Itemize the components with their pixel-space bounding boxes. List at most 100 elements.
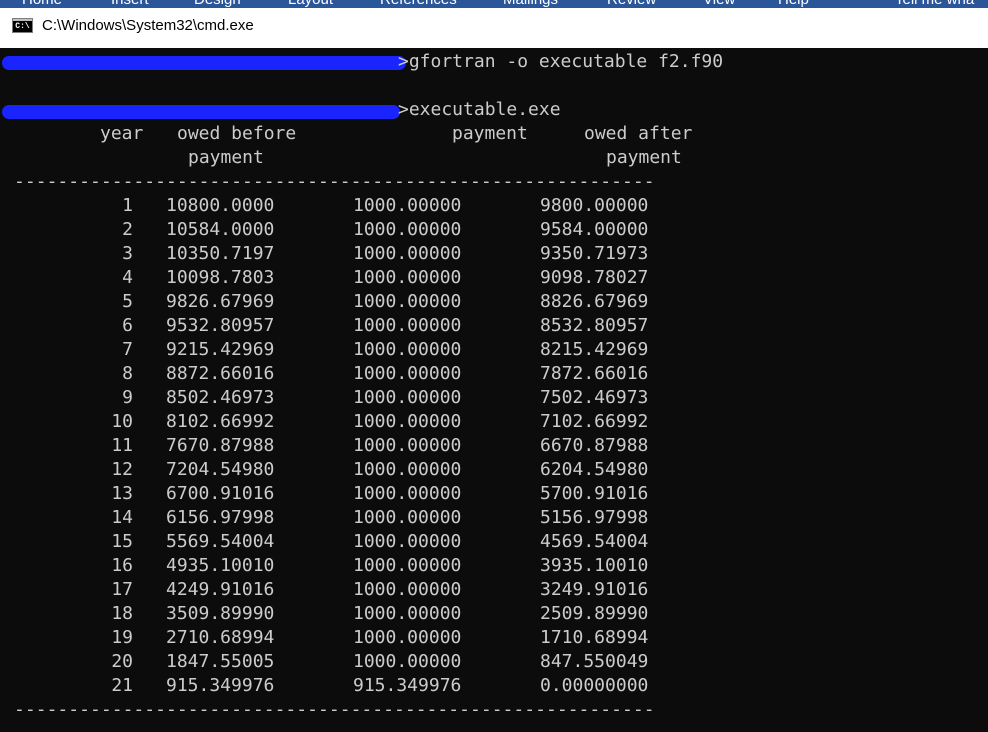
owed-before-cell: 8102.66992 bbox=[166, 411, 275, 432]
owed-before-cell: 7670.87988 bbox=[166, 435, 275, 456]
header-owed-after-line2: payment bbox=[606, 147, 682, 168]
year-cell: 17 bbox=[111, 579, 133, 600]
ribbon-tab[interactable]: References bbox=[380, 0, 457, 8]
year-cell: 6 bbox=[122, 315, 133, 336]
owed-before-cell: 4249.91016 bbox=[166, 579, 275, 600]
ribbon-tab[interactable]: Help bbox=[778, 0, 809, 8]
owed-before-cell: 1847.55005 bbox=[166, 651, 275, 672]
ribbon-tab[interactable]: Tell me wha bbox=[895, 0, 974, 8]
owed-after-cell: 9098.78027 bbox=[540, 267, 649, 288]
payment-cell: 1000.00000 bbox=[353, 459, 462, 480]
table-row: 2 10584.0000 1000.00000 9584.00000 bbox=[0, 218, 988, 242]
payment-cell: 1000.00000 bbox=[353, 483, 462, 504]
owed-after-cell: 5700.91016 bbox=[540, 483, 649, 504]
ribbon-tab[interactable]: Layout bbox=[288, 0, 333, 8]
owed-after-cell: 6204.54980 bbox=[540, 459, 649, 480]
redacted-path-marker bbox=[2, 56, 406, 70]
table-row: 9 8502.46973 1000.00000 7502.46973 bbox=[0, 386, 988, 410]
owed-before-cell: 3509.89990 bbox=[166, 603, 275, 624]
owed-before-cell: 5569.54004 bbox=[166, 531, 275, 552]
year-cell: 19 bbox=[111, 627, 133, 648]
owed-after-cell: 9584.00000 bbox=[540, 219, 649, 240]
payment-cell: 1000.00000 bbox=[353, 195, 462, 216]
ribbon-tab[interactable]: Design bbox=[194, 0, 241, 8]
year-cell: 13 bbox=[111, 483, 133, 504]
console-output[interactable]: >gfortran -o executable f2.f90 >executab… bbox=[0, 48, 988, 732]
owed-after-cell: 4569.54004 bbox=[540, 531, 649, 552]
payment-cell: 1000.00000 bbox=[353, 603, 462, 624]
year-cell: 11 bbox=[111, 435, 133, 456]
table-row: 16 4935.10010 1000.00000 3935.10010 bbox=[0, 554, 988, 578]
owed-before-cell: 10584.0000 bbox=[166, 219, 275, 240]
table-row: 5 9826.67969 1000.00000 8826.67969 bbox=[0, 290, 988, 314]
owed-after-cell: 3249.91016 bbox=[540, 579, 649, 600]
table-rule-top: ----------------------------------------… bbox=[14, 171, 655, 192]
payment-cell: 1000.00000 bbox=[353, 435, 462, 456]
ribbon-tab[interactable]: Mailings bbox=[503, 0, 558, 8]
ribbon-tab[interactable]: Review bbox=[607, 0, 656, 8]
owed-before-cell: 9532.80957 bbox=[166, 315, 275, 336]
owed-before-cell: 10800.0000 bbox=[166, 195, 275, 216]
owed-before-cell: 10098.7803 bbox=[166, 267, 275, 288]
owed-before-cell: 10350.7197 bbox=[166, 243, 275, 264]
payment-cell: 1000.00000 bbox=[353, 507, 462, 528]
ribbon-tab[interactable]: Insert bbox=[111, 0, 149, 8]
payment-cell: 1000.00000 bbox=[353, 219, 462, 240]
table-row: 3 10350.7197 1000.00000 9350.71973 bbox=[0, 242, 988, 266]
table-row: 20 1847.55005 1000.00000 847.550049 bbox=[0, 650, 988, 674]
owed-after-cell: 9350.71973 bbox=[540, 243, 649, 264]
ribbon-tab[interactable]: Home bbox=[22, 0, 62, 8]
header-owed-before: owed before bbox=[177, 123, 297, 144]
owed-after-cell: 8826.67969 bbox=[540, 291, 649, 312]
cmd-app-icon[interactable]: C:\ bbox=[12, 18, 33, 33]
payment-cell: 1000.00000 bbox=[353, 579, 462, 600]
window-titlebar[interactable]: C:\ C:\Windows\System32\cmd.exe bbox=[0, 8, 988, 48]
year-cell: 18 bbox=[111, 603, 133, 624]
cmd-window: C:\ C:\Windows\System32\cmd.exe >gfortra… bbox=[0, 8, 988, 732]
owed-before-cell: 915.349976 bbox=[166, 675, 275, 696]
ribbon-tab[interactable]: View bbox=[703, 0, 735, 8]
owed-before-cell: 9826.67969 bbox=[166, 291, 275, 312]
owed-before-cell: 4935.10010 bbox=[166, 555, 275, 576]
header-payment: payment bbox=[452, 123, 528, 144]
payment-cell: 1000.00000 bbox=[353, 243, 462, 264]
year-cell: 16 bbox=[111, 555, 133, 576]
table-row: 15 5569.54004 1000.00000 4569.54004 bbox=[0, 530, 988, 554]
year-cell: 10 bbox=[111, 411, 133, 432]
year-cell: 8 bbox=[122, 363, 133, 384]
table-row: 8 8872.66016 1000.00000 7872.66016 bbox=[0, 362, 988, 386]
payment-cell: 1000.00000 bbox=[353, 651, 462, 672]
owed-after-cell: 7872.66016 bbox=[540, 363, 649, 384]
year-cell: 15 bbox=[111, 531, 133, 552]
owed-after-cell: 9800.00000 bbox=[540, 195, 649, 216]
redacted-path-marker bbox=[2, 105, 400, 119]
owed-after-cell: 2509.89990 bbox=[540, 603, 649, 624]
year-cell: 20 bbox=[111, 651, 133, 672]
year-cell: 3 bbox=[122, 243, 133, 264]
payment-cell: 1000.00000 bbox=[353, 339, 462, 360]
background-word-ribbon: Home Insert Design Layout References Mailings… bbox=[0, 0, 988, 8]
window-title: C:\Windows\System32\cmd.exe bbox=[42, 17, 254, 34]
owed-after-cell: 847.550049 bbox=[540, 651, 649, 672]
payment-cell: 1000.00000 bbox=[353, 411, 462, 432]
table-row: 11 7670.87988 1000.00000 6670.87988 bbox=[0, 434, 988, 458]
owed-after-cell: 1710.68994 bbox=[540, 627, 649, 648]
table-row: 6 9532.80957 1000.00000 8532.80957 bbox=[0, 314, 988, 338]
owed-before-cell: 8872.66016 bbox=[166, 363, 275, 384]
payment-cell: 1000.00000 bbox=[353, 363, 462, 384]
payment-cell: 1000.00000 bbox=[353, 627, 462, 648]
owed-before-cell: 6156.97998 bbox=[166, 507, 275, 528]
owed-before-cell: 9215.42969 bbox=[166, 339, 275, 360]
year-cell: 2 bbox=[122, 219, 133, 240]
header-owed-before-line2: payment bbox=[188, 147, 264, 168]
table-row: 7 9215.42969 1000.00000 8215.42969 bbox=[0, 338, 988, 362]
table-row: 4 10098.7803 1000.00000 9098.78027 bbox=[0, 266, 988, 290]
owed-after-cell: 8532.80957 bbox=[540, 315, 649, 336]
table-row: 14 6156.97998 1000.00000 5156.97998 bbox=[0, 506, 988, 530]
owed-after-cell: 7502.46973 bbox=[540, 387, 649, 408]
owed-before-cell: 8502.46973 bbox=[166, 387, 275, 408]
owed-before-cell: 6700.91016 bbox=[166, 483, 275, 504]
table-row: 1 10800.0000 1000.00000 9800.00000 bbox=[0, 194, 988, 218]
table-row: 13 6700.91016 1000.00000 5700.91016 bbox=[0, 482, 988, 506]
header-year: year bbox=[100, 123, 144, 144]
